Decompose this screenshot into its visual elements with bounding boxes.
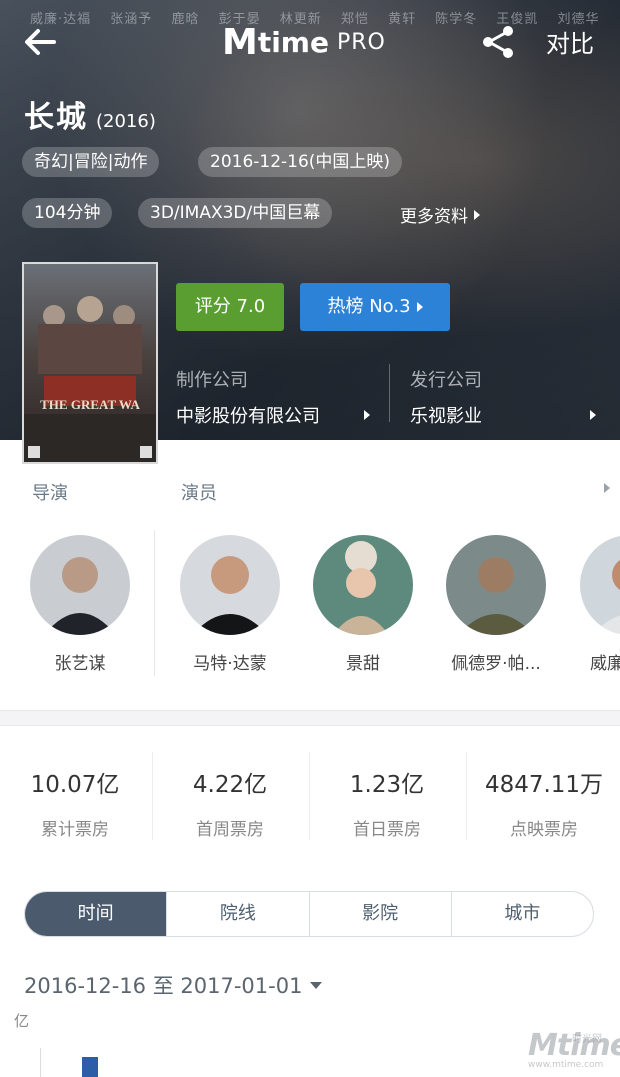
crew-person[interactable]: 佩德罗·帕...: [446, 535, 546, 674]
production-label: 制作公司: [176, 370, 248, 391]
divider: [152, 752, 153, 840]
director-label: 导演: [32, 483, 68, 504]
movie-year: (2016): [96, 111, 156, 132]
person-name: 马特·达蒙: [193, 654, 267, 674]
box-office-tabs: 时间 院线 影院 城市: [24, 891, 594, 937]
crew-person[interactable]: 景甜: [313, 535, 413, 674]
tab-cinema[interactable]: 影院: [308, 892, 451, 936]
box-office-stat: 10.07亿 累计票房: [0, 765, 150, 840]
genre-chip: 奇幻|冒险|动作: [22, 147, 160, 177]
avatar: [446, 535, 546, 635]
tab-city[interactable]: 城市: [450, 892, 593, 936]
distribution-value: 乐视影业: [410, 406, 482, 427]
tab-circuit[interactable]: 院线: [166, 892, 308, 936]
tab-time[interactable]: 时间: [25, 892, 167, 936]
chevron-right-icon: [364, 410, 370, 420]
watermark-cn: 时光网: [572, 1034, 602, 1045]
divider: [154, 530, 155, 676]
stat-value: 1.23亿: [349, 772, 425, 798]
movie-poster[interactable]: THE GREAT WA: [22, 262, 158, 464]
movie-title: 长城 (2016): [24, 92, 156, 136]
share-button[interactable]: [480, 24, 516, 60]
stat-label: 首周票房: [196, 820, 264, 840]
divider: [309, 752, 310, 840]
avatar: [580, 535, 620, 635]
mtime-pro-logo: M time PRO: [222, 21, 386, 63]
date-range-selector[interactable]: 2016-12-16 至 2017-01-01: [24, 970, 323, 1000]
logo-m-mark: M: [222, 21, 258, 63]
logo-wordmark: time: [257, 25, 329, 59]
box-office-stat: 4847.11万 点映票房: [469, 765, 619, 840]
production-company[interactable]: 制作公司 中影股份有限公司: [176, 366, 370, 428]
actor-label[interactable]: 演员: [181, 479, 217, 505]
person-name: 张艺谋: [54, 654, 106, 674]
crew-person[interactable]: 威廉: [580, 535, 620, 674]
credit-name: 黄轩: [388, 12, 417, 27]
score-button[interactable]: 评分 7.0: [176, 283, 284, 331]
watermark-url: www.mtime.com: [528, 1060, 604, 1070]
format-chip: 3D/IMAX3D/中国巨幕: [138, 198, 333, 228]
box-office-stat: 4.22亿 首周票房: [155, 765, 305, 840]
production-value: 中影股份有限公司: [176, 406, 320, 427]
person-name: 佩德罗·帕...: [451, 654, 541, 674]
stat-label: 首日票房: [353, 820, 421, 840]
chart-unit: 亿: [14, 1012, 30, 1030]
chevron-down-icon: [310, 981, 323, 989]
chevron-right-icon: [416, 302, 423, 312]
more-info-link[interactable]: 更多资料: [400, 202, 480, 227]
avatar: [313, 535, 413, 635]
date-range-value: 2016-12-16 至 2017-01-01: [24, 974, 303, 998]
section-separator: [0, 710, 620, 726]
chart-bar[interactable]: [82, 1057, 98, 1077]
poster-image: THE GREAT WA: [24, 264, 156, 462]
share-icon: [483, 26, 513, 58]
stat-value: 4847.11万: [484, 772, 604, 798]
credit-name: 张涵予: [110, 12, 153, 27]
divider: [389, 364, 390, 422]
duration-chip: 104分钟: [22, 198, 113, 228]
stat-label: 点映票房: [510, 820, 578, 840]
logo-pro: PRO: [336, 29, 386, 55]
crew-more-button[interactable]: [598, 478, 610, 497]
rank-label: 热榜 No.3: [327, 296, 411, 317]
more-info-label: 更多资料: [400, 207, 468, 227]
avatar: [30, 535, 130, 635]
poster-title: THE GREAT WA: [40, 397, 140, 412]
back-button[interactable]: [22, 24, 58, 60]
chevron-right-icon: [604, 483, 610, 493]
rank-button[interactable]: 热榜 No.3: [300, 283, 450, 331]
mtime-watermark: Mtime 时光网 www.mtime.com: [528, 1030, 620, 1074]
compare-button[interactable]: 对比: [546, 24, 594, 59]
distribution-label: 发行公司: [410, 370, 482, 391]
stat-value: 4.22亿: [192, 772, 268, 798]
release-chip: 2016-12-16(中国上映): [198, 147, 403, 177]
person-name: 威廉: [590, 654, 620, 674]
chevron-right-icon: [590, 410, 596, 420]
divider: [466, 752, 467, 840]
credit-name: 陈学冬: [435, 12, 478, 27]
movie-name: 长城: [24, 100, 88, 135]
stat-label: 累计票房: [41, 820, 109, 840]
stat-value: 10.07亿: [30, 772, 120, 798]
chevron-right-icon: [474, 209, 480, 220]
box-office-stat: 1.23亿 首日票房: [312, 765, 462, 840]
person-name: 景甜: [346, 654, 380, 674]
credit-name: 鹿晗: [171, 12, 200, 27]
crew-person[interactable]: 马特·达蒙: [180, 535, 280, 674]
distribution-company[interactable]: 发行公司 乐视影业: [410, 366, 596, 428]
avatar: [180, 535, 280, 635]
arrow-left-icon: [25, 29, 56, 55]
crew-person[interactable]: 张艺谋: [30, 535, 130, 674]
chart-axis: [40, 1048, 41, 1077]
